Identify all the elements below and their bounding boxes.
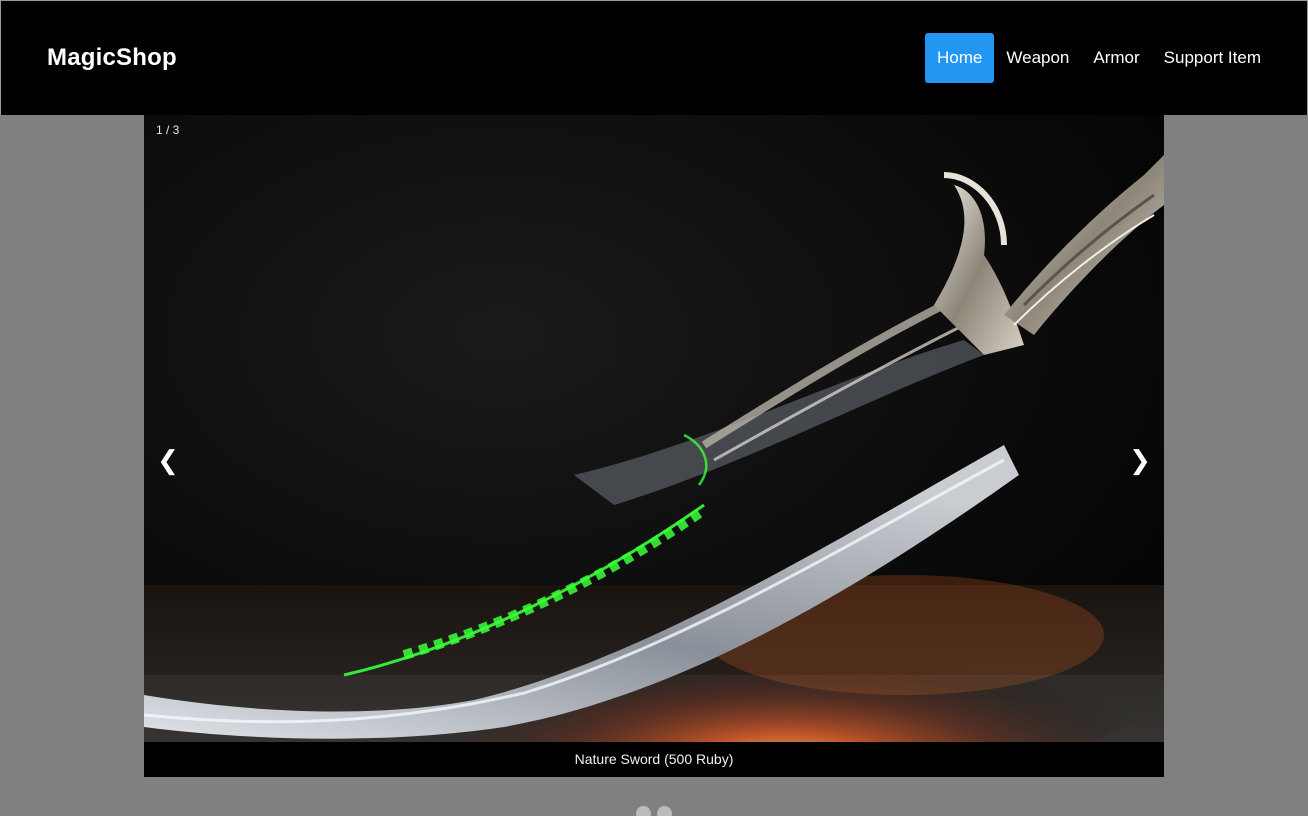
nav-item-armor[interactable]: Armor (1081, 33, 1151, 83)
slide-dots (0, 806, 1308, 816)
nav-item-weapon[interactable]: Weapon (994, 33, 1081, 83)
nav-menu: Home Weapon Armor Support Item (925, 33, 1273, 83)
slide-dot[interactable] (657, 806, 672, 816)
slide-number-text: 1 / 3 (156, 123, 180, 137)
nav-item-support-item[interactable]: Support Item (1152, 33, 1273, 83)
brand-logo[interactable]: MagicShop (47, 44, 177, 72)
top-navbar: MagicShop Home Weapon Armor Support Item (0, 0, 1308, 115)
next-slide-button[interactable]: ❯ (1120, 442, 1160, 478)
slide-dot[interactable] (636, 806, 651, 816)
nav-item-home[interactable]: Home (925, 33, 995, 83)
slideshow-container: 1 / 3 ❮ ❯ Nature Sword (500 Ruby) (144, 115, 1164, 777)
slide-image-sword (144, 115, 1164, 742)
prev-slide-button[interactable]: ❮ (148, 442, 188, 478)
slide-caption: Nature Sword (500 Ruby) (144, 742, 1164, 777)
